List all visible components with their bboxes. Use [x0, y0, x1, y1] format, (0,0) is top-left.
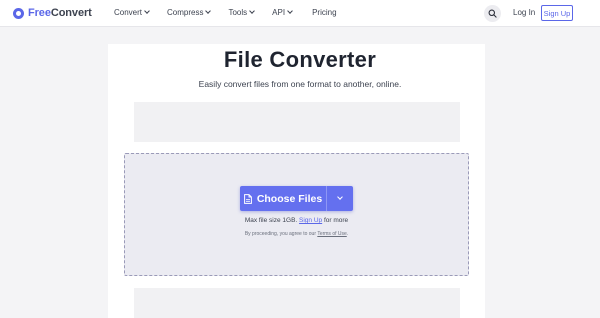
- nav-convert-label: Convert: [114, 8, 143, 17]
- terms-of-use-link[interactable]: Terms of Use: [317, 231, 346, 237]
- page-title: File Converter: [223, 47, 377, 72]
- chevron-down-icon: [287, 8, 293, 14]
- main-nav: Convert Compress Tools API Pricing: [114, 8, 337, 17]
- nav-compress[interactable]: Compress: [167, 8, 212, 17]
- ad-placeholder-bottom: [134, 288, 460, 318]
- nav-compress-label: Compress: [167, 8, 204, 17]
- nav-pricing-label: Pricing: [312, 8, 337, 17]
- terms-note: By proceeding, you agree to our Terms of…: [0, 231, 593, 237]
- nav-api[interactable]: API: [272, 8, 293, 17]
- logo[interactable]: FreeConvert: [13, 6, 92, 20]
- max-size-signup-link[interactable]: Sign Up: [299, 217, 322, 224]
- top-header: FreeConvert Convert Compress Tools API P…: [0, 0, 600, 27]
- logo-text: FreeConvert: [28, 7, 92, 19]
- nav-tools[interactable]: Tools: [228, 8, 255, 17]
- max-size-suffix: for more: [323, 217, 349, 224]
- login-link[interactable]: Log In: [513, 8, 535, 17]
- nav-tools-label: Tools: [228, 8, 248, 17]
- signup-button[interactable]: Sign Up: [541, 5, 573, 21]
- page-subtitle: Easily convert files from one format to …: [198, 79, 402, 89]
- logo-icon: [13, 7, 24, 19]
- chevron-down-icon: [205, 8, 212, 14]
- file-dropzone[interactable]: [124, 153, 469, 276]
- choose-source-dropdown[interactable]: [327, 186, 353, 211]
- max-file-size-note: Max file size 1GB. Sign Up for more: [0, 217, 593, 224]
- max-size-text: Max file size 1GB.: [244, 217, 298, 224]
- chevron-down-icon: [249, 8, 255, 14]
- logo-brand: Free: [28, 7, 51, 19]
- choose-files-label: Choose Files: [256, 192, 323, 205]
- terms-period: .: [346, 231, 349, 237]
- logo-rest: Convert: [50, 7, 92, 19]
- ad-placeholder-top: [134, 102, 460, 142]
- nav-api-label: API: [272, 8, 286, 17]
- choose-files-group: Choose Files: [240, 186, 353, 211]
- nav-pricing[interactable]: Pricing: [312, 8, 336, 17]
- choose-files-button[interactable]: Choose Files: [240, 186, 326, 211]
- terms-text: By proceeding, you agree to our: [244, 231, 316, 237]
- search-icon: [488, 9, 497, 18]
- nav-convert[interactable]: Convert: [114, 8, 150, 17]
- file-icon: [243, 193, 252, 204]
- search-button[interactable]: [484, 5, 501, 22]
- chevron-down-icon: [144, 8, 150, 14]
- chevron-down-icon: [337, 194, 343, 200]
